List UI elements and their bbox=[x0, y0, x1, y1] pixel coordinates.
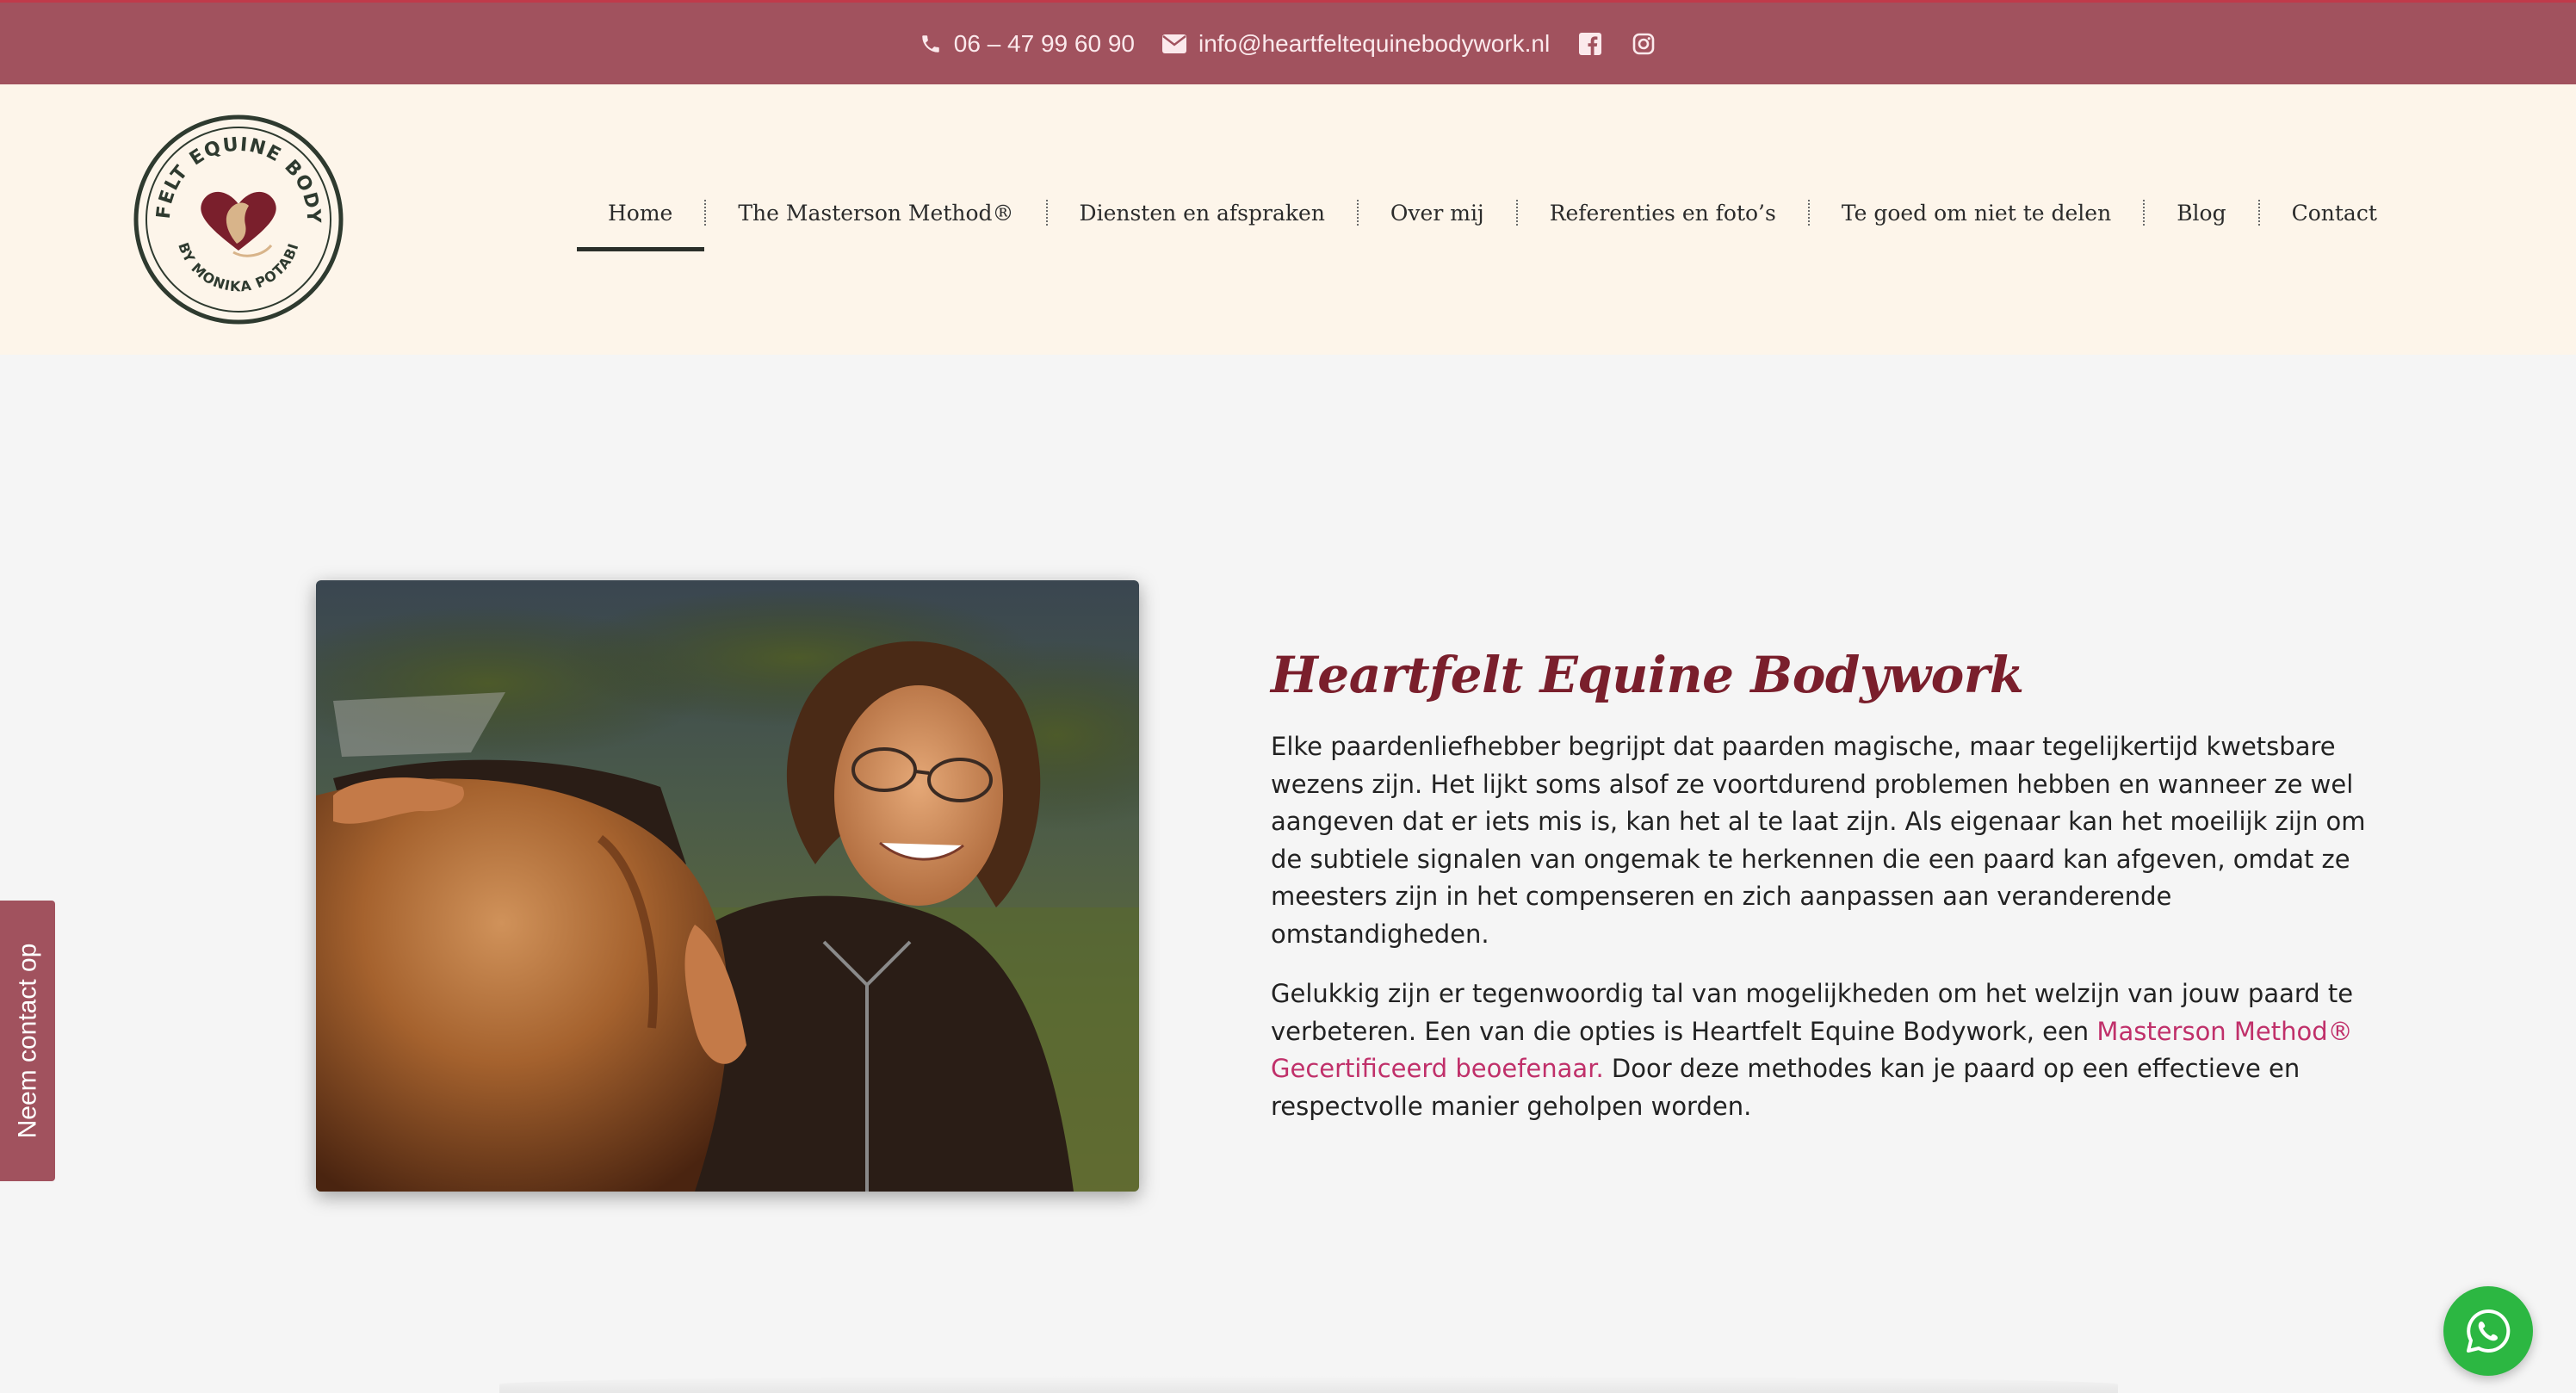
nav-label: Home bbox=[608, 200, 673, 226]
intro-section: Heartfelt Equine Bodywork Elke paardenli… bbox=[1271, 646, 2390, 1148]
nav-over-mij[interactable]: Over mij bbox=[1359, 170, 1516, 255]
nav-blog[interactable]: Blog bbox=[2145, 170, 2257, 255]
nav-label: Te goed om niet te delen bbox=[1841, 200, 2112, 226]
envelope-icon bbox=[1161, 34, 1186, 53]
facebook-icon bbox=[1579, 32, 1602, 55]
nav-te-goed[interactable]: Te goed om niet te delen bbox=[1810, 170, 2143, 255]
nav-diensten[interactable]: Diensten en afspraken bbox=[1048, 170, 1357, 255]
facebook-link[interactable] bbox=[1579, 32, 1602, 55]
nav-contact[interactable]: Contact bbox=[2260, 170, 2409, 255]
contact-side-tab[interactable]: Neem contact op bbox=[0, 901, 55, 1181]
instagram-icon bbox=[1632, 33, 1655, 54]
main-nav: Home The Masterson Method® Diensten en a… bbox=[577, 170, 2409, 255]
site-header: HEARTFELT EQUINE BODYWORK BY MONIKA POTA… bbox=[0, 84, 2576, 355]
hero-photo bbox=[316, 580, 1139, 1192]
nav-label: Referenties en foto’s bbox=[1549, 200, 1776, 226]
section-shadow bbox=[499, 1376, 2118, 1393]
email-link[interactable]: info@heartfeltequinebodywork.nl bbox=[1161, 29, 1551, 58]
nav-label: Over mij bbox=[1390, 200, 1484, 226]
top-contact-bar: 06 – 47 99 60 90 info@heartfeltequinebod… bbox=[0, 0, 2576, 84]
phone-icon bbox=[922, 34, 939, 53]
page-title: Heartfelt Equine Bodywork bbox=[1271, 646, 2024, 704]
email-address: info@heartfeltequinebodywork.nl bbox=[1198, 29, 1551, 57]
instagram-link[interactable] bbox=[1632, 33, 1655, 55]
nav-referenties[interactable]: Referenties en foto’s bbox=[1518, 170, 1808, 255]
site-logo[interactable]: HEARTFELT EQUINE BODYWORK BY MONIKA POTA… bbox=[122, 98, 344, 325]
nav-label: Diensten en afspraken bbox=[1079, 200, 1325, 226]
nav-label: Blog bbox=[2177, 200, 2226, 226]
intro-paragraph-2: Gelukkig zijn er tegenwoordig tal van mo… bbox=[1271, 975, 2390, 1125]
nav-masterson-method[interactable]: The Masterson Method® bbox=[706, 170, 1045, 255]
whatsapp-button[interactable] bbox=[2443, 1286, 2533, 1376]
nav-label: The Masterson Method® bbox=[738, 200, 1014, 226]
intro-paragraph-1: Elke paardenliefhebber begrijpt dat paar… bbox=[1271, 732, 2366, 949]
whatsapp-icon bbox=[2467, 1309, 2511, 1353]
side-tab-label: Neem contact op bbox=[13, 943, 42, 1139]
phone-link[interactable]: 06 – 47 99 60 90 bbox=[920, 30, 1135, 58]
nav-home[interactable]: Home bbox=[577, 170, 705, 255]
phone-number: 06 – 47 99 60 90 bbox=[953, 29, 1135, 57]
nav-label: Contact bbox=[2291, 200, 2377, 226]
